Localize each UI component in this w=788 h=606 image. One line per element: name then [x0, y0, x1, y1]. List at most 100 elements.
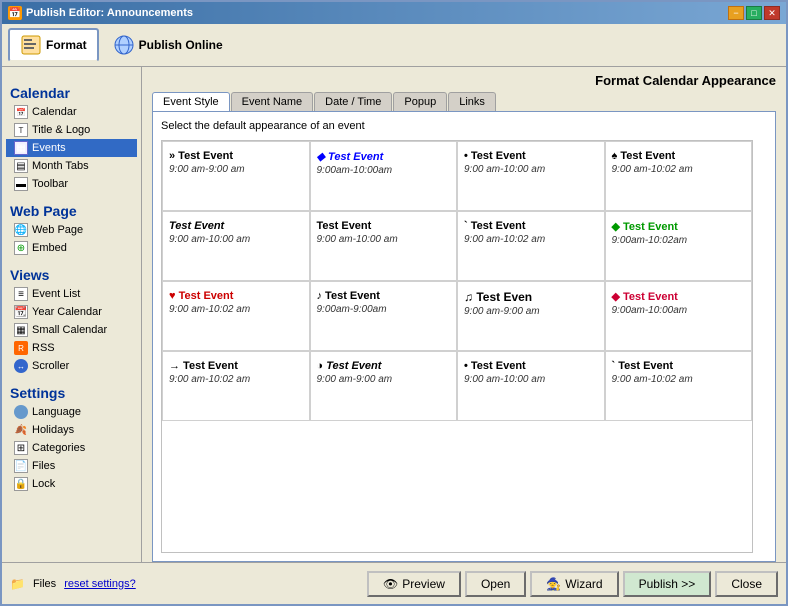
reset-settings-link[interactable]: reset settings? — [64, 578, 136, 590]
sidebar-label-event-list: Event List — [32, 288, 80, 300]
sidebar-item-year-calendar[interactable]: 📆 Year Calendar — [6, 303, 137, 321]
sidebar-label-embed: Embed — [32, 242, 67, 254]
sidebar-label-rss: RSS — [32, 342, 55, 354]
sidebar-item-categories[interactable]: ⊞ Categories — [6, 439, 137, 457]
preview-button[interactable]: 👁 Preview — [367, 571, 461, 597]
embed-icon: ⊕ — [14, 241, 28, 255]
sidebar-item-lock[interactable]: 🔒 Lock — [6, 475, 137, 493]
event-cell-15[interactable]: • Test Event 9:00 am-10:00 am — [457, 351, 605, 421]
event-name-11: ♫ Test Even — [464, 290, 598, 304]
sidebar-label-events: Events — [32, 142, 66, 154]
publish-button[interactable]: Publish >> — [623, 571, 712, 597]
maximize-button[interactable]: □ — [746, 6, 762, 20]
event-cell-12[interactable]: ◆ Test Event 9:00am-10:00am — [605, 281, 753, 351]
event-cell-5[interactable]: Test Event 9:00 am-10:00 am — [162, 211, 310, 281]
event-name-15: • Test Event — [464, 360, 598, 372]
main-window: 📅 Publish Editor: Announcements − □ ✕ Fo… — [0, 0, 788, 606]
sidebar-label-title-logo: Title & Logo — [32, 124, 90, 136]
format-label: Format — [46, 38, 87, 52]
event-time-2: 9:00am-10:00am — [317, 165, 451, 176]
sidebar-label-web-page: Web Page — [32, 224, 83, 236]
close-button[interactable]: ✕ — [764, 6, 780, 20]
event-time-6: 9:00 am-10:00 am — [317, 234, 451, 245]
tab-content-area: Select the default appearance of an even… — [152, 111, 776, 562]
sidebar-label-calendar: Calendar — [32, 106, 77, 118]
content-title: Format Calendar Appearance — [142, 67, 786, 88]
event-time-14: 9:00 am-9:00 am — [317, 374, 451, 385]
event-time-1: 9:00 am-9:00 am — [169, 164, 303, 175]
sidebar-item-rss[interactable]: R RSS — [6, 339, 137, 357]
tab-date-time-label: Date / Time — [325, 96, 381, 108]
tab-event-name-label: Event Name — [242, 96, 303, 108]
tab-event-style-label: Event Style — [163, 96, 219, 108]
sidebar-item-month-tabs[interactable]: ▤ Month Tabs — [6, 157, 137, 175]
scroller-icon: ↔ — [14, 359, 28, 373]
publish-online-tab-button[interactable]: Publish Online — [101, 28, 235, 62]
sidebar-item-holidays[interactable]: 🍂 Holidays — [6, 421, 137, 439]
open-button[interactable]: Open — [465, 571, 526, 597]
sidebar-item-events[interactable]: ▦ Events — [6, 139, 137, 157]
sidebar-item-calendar[interactable]: 📅 Calendar — [6, 103, 137, 121]
tab-event-name[interactable]: Event Name — [231, 92, 314, 111]
event-grid-inner: » Test Event 9:00 am-9:00 am ◆ Test Even… — [162, 141, 752, 421]
main-toolbar: Format Publish Online — [2, 24, 786, 67]
event-cell-11[interactable]: ♫ Test Even 9:00 am-9:00 am — [457, 281, 605, 351]
event-cell-14[interactable]: ◑ Test Event 9:00 am-9:00 am — [310, 351, 458, 421]
event-cell-1[interactable]: » Test Event 9:00 am-9:00 am — [162, 141, 310, 211]
format-icon — [20, 34, 42, 56]
event-time-3: 9:00 am-10:00 am — [464, 164, 598, 175]
event-time-7: 9:00 am-10:02 am — [464, 234, 598, 245]
event-cell-7[interactable]: ` Test Event 9:00 am-10:02 am — [457, 211, 605, 281]
sidebar-item-title-logo[interactable]: T Title & Logo — [6, 121, 137, 139]
format-tab-button[interactable]: Format — [8, 28, 99, 62]
footer: 📁 Files reset settings? 👁 Preview Open 🧙… — [2, 562, 786, 604]
sidebar-label-files: Files — [32, 460, 55, 472]
tab-description: Select the default appearance of an even… — [161, 120, 767, 132]
event-name-10: ♪ Test Event — [317, 290, 451, 302]
event-name-5: Test Event — [169, 220, 303, 232]
year-calendar-icon: 📆 — [14, 305, 28, 319]
minimize-button[interactable]: − — [728, 6, 744, 20]
event-cell-13[interactable]: → Test Event 9:00 am-10:02 am — [162, 351, 310, 421]
sidebar-item-embed[interactable]: ⊕ Embed — [6, 239, 137, 257]
footer-files-label: Files — [33, 578, 56, 590]
event-cell-4[interactable]: ♠ Test Event 9:00 am-10:02 am — [605, 141, 753, 211]
sidebar-item-toolbar[interactable]: ▬ Toolbar — [6, 175, 137, 193]
views-section-title: Views — [6, 263, 137, 285]
calendar-icon: 📅 — [14, 105, 28, 119]
sidebar-item-event-list[interactable]: ≡ Event List — [6, 285, 137, 303]
sidebar-item-language[interactable]: Language — [6, 403, 137, 421]
title-bar-controls: − □ ✕ — [728, 6, 780, 20]
event-cell-9[interactable]: ♥ Test Event 9:00 am-10:02 am — [162, 281, 310, 351]
close-button-footer[interactable]: Close — [715, 571, 778, 597]
month-tabs-icon: ▤ — [14, 159, 28, 173]
event-name-6: Test Event — [317, 220, 451, 232]
event-grid[interactable]: » Test Event 9:00 am-9:00 am ◆ Test Even… — [161, 140, 753, 553]
tab-event-style[interactable]: Event Style — [152, 92, 230, 111]
tab-date-time[interactable]: Date / Time — [314, 92, 392, 111]
sidebar-item-scroller[interactable]: ↔ Scroller — [6, 357, 137, 375]
event-cell-3[interactable]: • Test Event 9:00 am-10:00 am — [457, 141, 605, 211]
sidebar-item-small-calendar[interactable]: ▦ Small Calendar — [6, 321, 137, 339]
settings-section-title: Settings — [6, 381, 137, 403]
event-cell-8[interactable]: ◆ Test Event 9:00am-10:02am — [605, 211, 753, 281]
event-name-1: » Test Event — [169, 150, 303, 162]
event-cell-10[interactable]: ♪ Test Event 9:00am-9:00am — [310, 281, 458, 351]
sidebar-label-holidays: Holidays — [32, 424, 74, 436]
open-label: Open — [481, 577, 510, 591]
sidebar-item-web-page[interactable]: 🌐 Web Page — [6, 221, 137, 239]
preview-label: Preview — [402, 577, 445, 591]
wizard-button[interactable]: 🧙 Wizard — [530, 571, 618, 597]
title-bar-left: 📅 Publish Editor: Announcements — [8, 6, 193, 20]
event-name-4: ♠ Test Event — [612, 150, 746, 162]
sidebar-item-files[interactable]: 📄 Files — [6, 457, 137, 475]
event-time-16: 9:00 am-10:02 am — [612, 374, 746, 385]
event-cell-6[interactable]: Test Event 9:00 am-10:00 am — [310, 211, 458, 281]
sidebar-label-scroller: Scroller — [32, 360, 69, 372]
event-cell-2[interactable]: ◆ Test Event 9:00am-10:00am — [310, 141, 458, 211]
tab-popup[interactable]: Popup — [393, 92, 447, 111]
footer-right: 👁 Preview Open 🧙 Wizard Publish >> Close — [367, 571, 778, 597]
event-cell-16[interactable]: ` Test Event 9:00 am-10:02 am — [605, 351, 753, 421]
preview-icon: 👁 — [383, 577, 398, 591]
tab-links[interactable]: Links — [448, 92, 496, 111]
